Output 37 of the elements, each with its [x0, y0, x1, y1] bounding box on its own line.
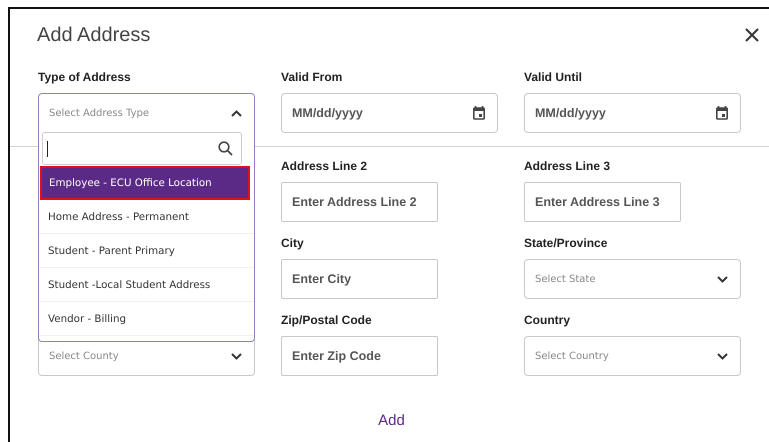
dialog-title: Add Address [37, 24, 150, 46]
select-field[interactable]: Select State [524, 259, 741, 299]
add-button[interactable]: Add [370, 410, 413, 431]
dropdown-option[interactable]: Student - Parent Primary [39, 234, 254, 268]
date-field[interactable]: MM/dd/yyyy [524, 93, 741, 133]
text-field[interactable]: Enter Address Line 3 [524, 182, 681, 222]
text-cursor [47, 140, 48, 156]
field-label: Country [524, 313, 570, 329]
chevron-down-icon [717, 276, 728, 282]
dropdown-option[interactable]: Student -Local Student Address [39, 268, 254, 302]
chevron-down-icon [231, 352, 242, 360]
chevron-up-icon [231, 110, 242, 116]
text-field[interactable]: Enter Zip Code [281, 336, 438, 376]
field-label: State/Province [524, 236, 608, 252]
field-label: Valid From [281, 70, 342, 86]
date-placeholder: MM/dd/yyyy [292, 106, 364, 120]
dropdown-option[interactable]: Home Address - Permanent [39, 200, 254, 234]
calendar-icon [473, 106, 485, 120]
chevron-down-icon [717, 352, 728, 360]
field-label: Zip/Postal Code [281, 313, 372, 329]
field-label: City [281, 236, 304, 252]
dropdown-option[interactable]: Employee - ECU Office Location [40, 166, 250, 200]
field-label: Valid Until [524, 70, 582, 86]
field-label: Address Line 2 [281, 159, 368, 175]
select-field[interactable]: Select Address Type [38, 93, 255, 133]
search-icon [218, 141, 233, 156]
text-field[interactable]: Enter City [281, 259, 438, 299]
search-field[interactable] [42, 132, 242, 165]
close-icon[interactable] [743, 26, 761, 44]
date-field[interactable]: MM/dd/yyyy [281, 93, 498, 133]
date-placeholder: MM/dd/yyyy [535, 106, 607, 120]
dropdown-option[interactable]: Vendor - Billing [39, 302, 254, 336]
field-label: Type of Address [38, 70, 131, 86]
calendar-icon [716, 106, 728, 120]
field-label: Address Line 3 [524, 159, 610, 175]
select-field[interactable]: Select Country [524, 336, 741, 376]
text-field[interactable]: Enter Address Line 2 [281, 182, 438, 222]
